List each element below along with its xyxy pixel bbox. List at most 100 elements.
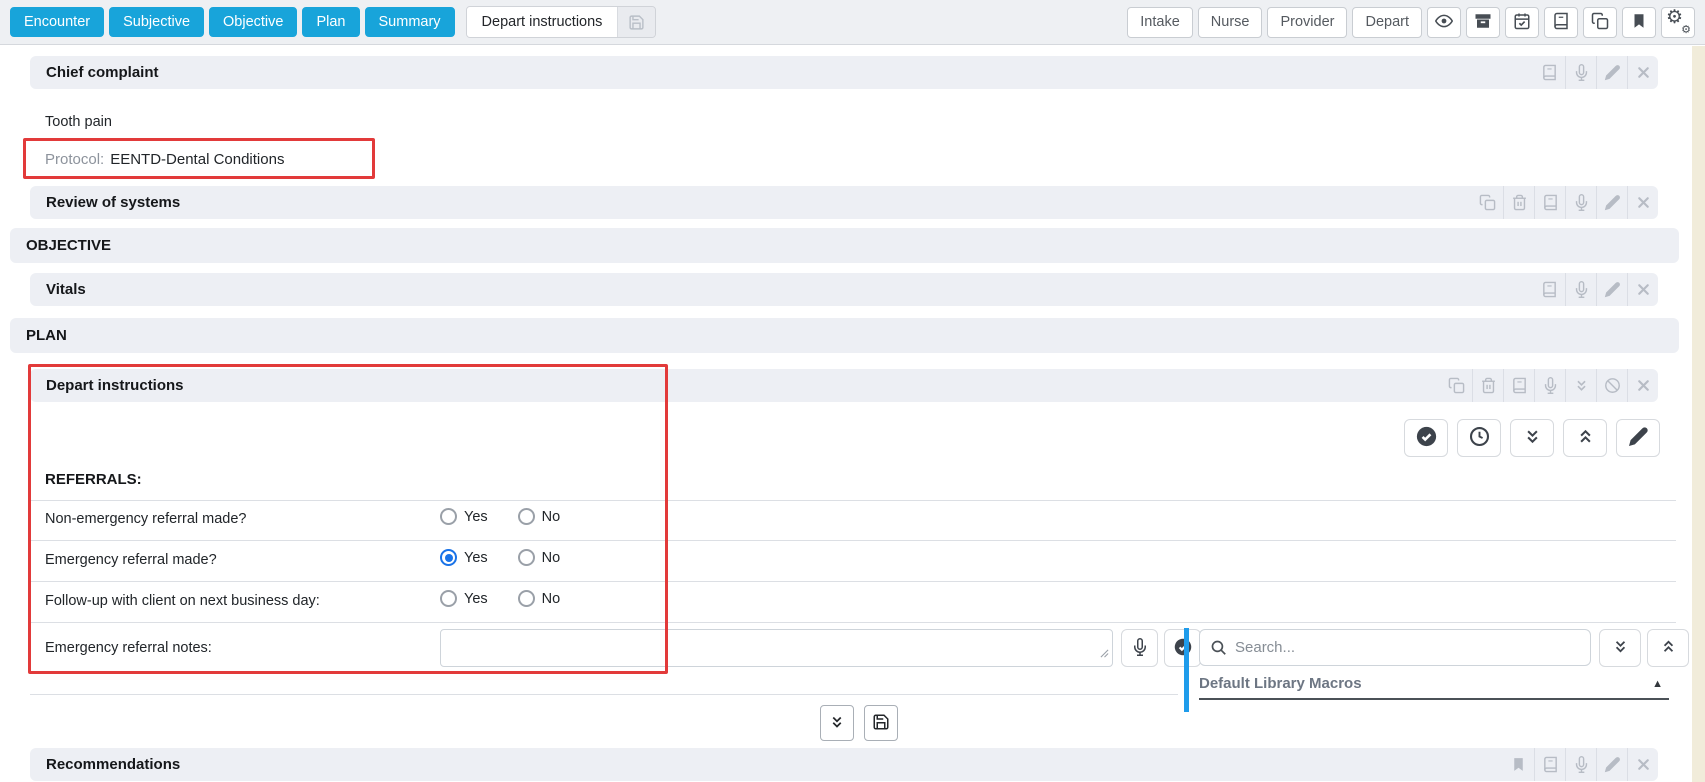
section-plan-bar[interactable]: PLAN (10, 318, 1679, 353)
trash-icon[interactable] (1503, 186, 1534, 219)
close-icon[interactable] (1627, 56, 1658, 89)
macros-expand-button[interactable] (1599, 629, 1641, 667)
radio-no-label[interactable]: No (542, 591, 561, 607)
expand-section-button[interactable] (820, 705, 854, 741)
radio-yes-label[interactable]: Yes (464, 509, 488, 525)
save-icon[interactable] (617, 7, 655, 37)
protocol-line: Protocol: EENTD-Dental Conditions (45, 139, 284, 179)
chevrons-down-icon[interactable] (1565, 369, 1596, 402)
radio-no[interactable] (518, 508, 535, 525)
protocol-value: EENTD-Dental Conditions (110, 151, 284, 168)
radio-yes-label[interactable]: Yes (464, 591, 488, 607)
active-note-tab[interactable]: Depart instructions (466, 6, 657, 38)
radio-yes[interactable] (440, 549, 457, 566)
radio-yes[interactable] (440, 590, 457, 607)
mic-icon[interactable] (1534, 369, 1565, 402)
row-divider (30, 500, 1676, 501)
pencil-icon[interactable] (1596, 748, 1627, 781)
archive-icon (1474, 12, 1492, 33)
close-icon[interactable] (1627, 748, 1658, 781)
section-title: OBJECTIVE (26, 237, 111, 254)
chevrons-down-icon (1522, 426, 1543, 450)
section-objective-bar[interactable]: OBJECTIVE (10, 228, 1679, 263)
book-icon[interactable] (1534, 56, 1565, 89)
copy-icon[interactable] (1472, 186, 1503, 219)
complete-button[interactable] (1404, 419, 1448, 457)
notes-confirm-button[interactable] (1164, 629, 1201, 667)
right-margin-strip (1692, 46, 1705, 782)
history-button[interactable] (1457, 419, 1501, 457)
edit-button[interactable] (1616, 419, 1660, 457)
section-recommendations-header[interactable]: Recommendations (30, 748, 1658, 781)
section-vitals-header[interactable]: Vitals (30, 273, 1658, 306)
depart-button[interactable]: Depart (1352, 7, 1422, 38)
chevrons-down-icon (828, 713, 846, 734)
save-section-button[interactable] (864, 705, 898, 741)
radio-no-label[interactable]: No (542, 509, 561, 525)
macros-library-header[interactable]: Default Library Macros ▲ (1199, 669, 1669, 700)
book-icon[interactable] (1534, 748, 1565, 781)
mic-icon[interactable] (1565, 186, 1596, 219)
gears-icon: ⚙⚙ (1668, 12, 1688, 32)
bookmark-icon[interactable] (1503, 748, 1534, 781)
section-review-of-systems-header[interactable]: Review of systems (30, 186, 1658, 219)
calendar-button[interactable] (1505, 7, 1539, 38)
intake-button[interactable]: Intake (1127, 7, 1193, 38)
nav-summary-button[interactable]: Summary (365, 7, 455, 37)
pencil-icon[interactable] (1596, 186, 1627, 219)
library-button[interactable] (1544, 7, 1578, 38)
trash-icon[interactable] (1472, 369, 1503, 402)
section-chief-complaint-header[interactable]: Chief complaint (30, 56, 1658, 89)
copy-icon[interactable] (1441, 369, 1472, 402)
notes-mic-button[interactable] (1121, 629, 1158, 667)
copy-button[interactable] (1583, 7, 1617, 38)
book-icon[interactable] (1503, 369, 1534, 402)
nav-encounter-button[interactable]: Encounter (10, 7, 104, 37)
radio-yes-label[interactable]: Yes (464, 550, 488, 566)
close-icon[interactable] (1627, 369, 1658, 402)
archive-button[interactable] (1466, 7, 1500, 38)
macros-accent-bar (1184, 628, 1189, 712)
radio-no-label[interactable]: No (542, 550, 561, 566)
nav-objective-button[interactable]: Objective (209, 7, 297, 37)
section-title: Chief complaint (46, 64, 159, 81)
emergency-referral-notes-input[interactable] (440, 629, 1113, 667)
radio-no[interactable] (518, 590, 535, 607)
clock-icon (1469, 426, 1490, 450)
caret-up-icon[interactable]: ▲ (1652, 678, 1663, 690)
collapse-all-button[interactable] (1563, 419, 1607, 457)
pencil-icon[interactable] (1596, 273, 1627, 306)
macros-search-input[interactable] (1235, 639, 1580, 656)
expand-all-button[interactable] (1510, 419, 1554, 457)
radio-yes[interactable] (440, 508, 457, 525)
notes-field-wrap (440, 629, 1113, 667)
eye-button[interactable] (1427, 7, 1461, 38)
macros-collapse-button[interactable] (1647, 629, 1689, 667)
mic-icon[interactable] (1565, 56, 1596, 89)
question-label: Non-emergency referral made? (45, 511, 246, 527)
book-icon[interactable] (1534, 273, 1565, 306)
book-icon[interactable] (1534, 186, 1565, 219)
settings-button[interactable]: ⚙⚙ (1661, 7, 1695, 38)
nurse-button[interactable]: Nurse (1198, 7, 1263, 38)
active-tab-label: Depart instructions (467, 7, 618, 37)
radio-no[interactable] (518, 549, 535, 566)
copy-icon (1591, 12, 1609, 33)
row-divider (30, 581, 1676, 582)
resize-grip-icon[interactable] (1100, 645, 1109, 663)
nav-plan-button[interactable]: Plan (302, 7, 359, 37)
section-depart-instructions-header[interactable]: Depart instructions (30, 369, 1658, 402)
section-title: Vitals (46, 281, 86, 298)
nav-subjective-button[interactable]: Subjective (109, 7, 204, 37)
close-icon[interactable] (1627, 273, 1658, 306)
chevrons-up-icon (1659, 637, 1678, 659)
close-icon[interactable] (1627, 186, 1658, 219)
pencil-icon[interactable] (1596, 56, 1627, 89)
provider-button[interactable]: Provider (1267, 7, 1347, 38)
section-title: PLAN (26, 327, 67, 344)
bookmark-button[interactable] (1622, 7, 1656, 38)
mic-icon[interactable] (1565, 273, 1596, 306)
ban-icon[interactable] (1596, 369, 1627, 402)
notes-label: Emergency referral notes: (45, 640, 212, 656)
mic-icon[interactable] (1565, 748, 1596, 781)
